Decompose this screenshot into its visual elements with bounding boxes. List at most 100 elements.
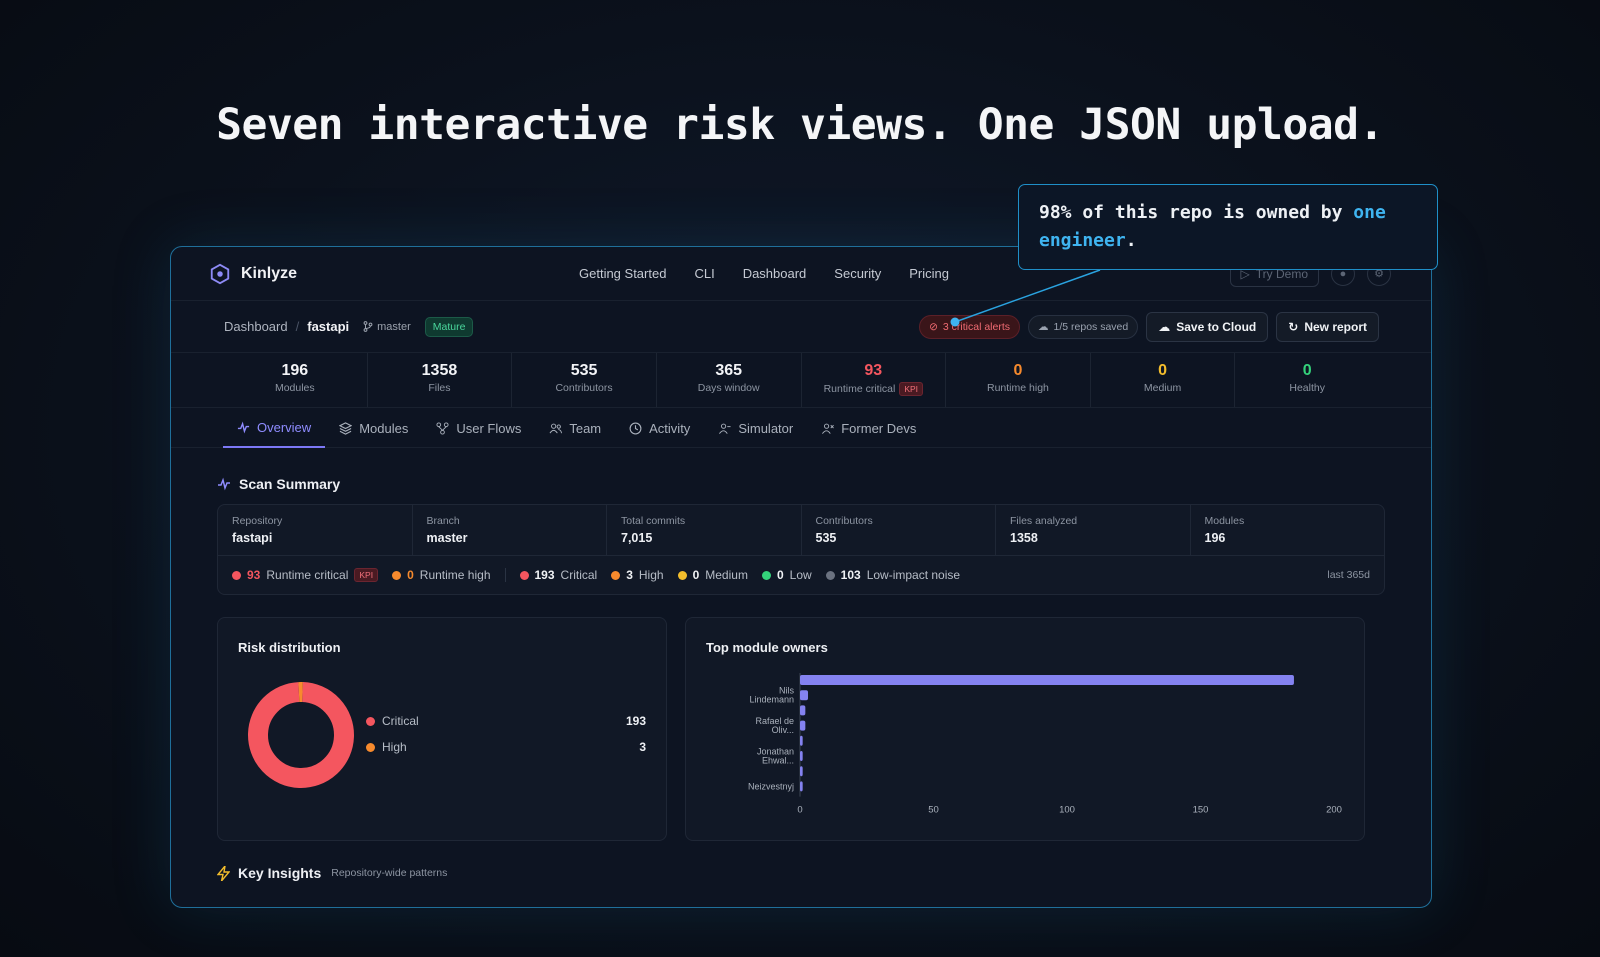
key-insights-heading: Key Insights Repository-wide patterns <box>217 865 1385 881</box>
bar[interactable] <box>800 675 1294 685</box>
nav-link-getting-started[interactable]: Getting Started <box>579 266 666 281</box>
bar[interactable] <box>800 781 803 792</box>
red-dot-icon <box>232 570 241 580</box>
x-tick-label: 100 <box>1059 805 1075 816</box>
bar[interactable] <box>800 751 803 761</box>
summary-repository: Repository fastapi <box>218 505 413 555</box>
critical-alerts-pill[interactable]: ⊘ 3 critical alerts <box>919 314 1021 339</box>
key-insights-subtitle: Repository-wide patterns <box>331 867 448 879</box>
tab-label: Team <box>569 420 602 436</box>
summary-total-commits: Total commits 7,015 <box>607 505 802 555</box>
x-tick-label: 200 <box>1326 805 1342 816</box>
stat-days-window: 365 Days window <box>657 353 802 407</box>
user-x-icon <box>822 423 835 434</box>
cloud-icon: ☁ <box>1038 320 1049 333</box>
stat-value: 365 <box>715 362 743 379</box>
stat-value: 0 <box>1302 362 1312 379</box>
brand[interactable]: Kinlyze <box>209 263 297 285</box>
x-tick-label: 50 <box>928 805 939 816</box>
chart-panels: Risk distribution Critical 193 High 3 To… <box>217 617 1385 841</box>
layers-icon <box>339 421 353 435</box>
summary-modules: Modules 196 <box>1191 505 1385 555</box>
user-minus-icon <box>719 423 731 434</box>
overview-content: Scan Summary Repository fastapi Branch m… <box>171 448 1431 881</box>
red-dot-icon <box>519 570 529 580</box>
stat-label: Files <box>428 382 451 394</box>
summary-label: Modules <box>1204 515 1245 527</box>
stats-bar: 196 Modules 1358 Files 535 Contributors … <box>171 353 1431 408</box>
brand-name: Kinlyze <box>241 264 298 282</box>
cloud-upload-icon: ☁ <box>1158 319 1171 334</box>
summary-files-analyzed: Files analyzed 1358 <box>996 505 1191 555</box>
scan-summary-heading: Scan Summary <box>217 476 1385 492</box>
tab-label: User Flows <box>456 420 522 436</box>
stat-value: 535 <box>570 362 598 379</box>
workflow-icon <box>436 421 449 435</box>
scan-summary-title: Scan Summary <box>239 476 341 492</box>
bar[interactable] <box>800 720 806 731</box>
legend-label: High <box>382 740 407 754</box>
nav-link-cli[interactable]: CLI <box>694 266 714 281</box>
tab-simulator[interactable]: Simulator <box>704 408 807 448</box>
severity-label: Low <box>789 568 812 582</box>
severity-count: 0 <box>776 568 784 582</box>
git-branch-icon <box>363 321 373 332</box>
stat-label: Runtime critical <box>823 383 896 395</box>
severity-runtime-high: 0 Runtime high <box>392 568 491 582</box>
summary-value: 535 <box>815 531 837 545</box>
nav-link-dashboard[interactable]: Dashboard <box>743 266 807 281</box>
repos-saved-pill[interactable]: ☁ 1/5 repos saved <box>1028 314 1139 339</box>
legend-high[interactable]: High 3 <box>366 734 646 760</box>
new-report-button[interactable]: ↻ New report <box>1276 311 1379 342</box>
panel-title: Risk distribution <box>238 640 341 655</box>
category-label: Neizvestnyj <box>748 781 794 791</box>
risk-donut-chart[interactable] <box>236 670 366 800</box>
summary-value: 7,015 <box>621 531 653 545</box>
save-to-cloud-button[interactable]: ☁ Save to Cloud <box>1146 311 1269 342</box>
breadcrumb-dashboard[interactable]: Dashboard <box>224 319 288 334</box>
summary-label: Contributors <box>815 515 873 527</box>
callout-annotation: 98% of this repo is owned by one enginee… <box>1018 184 1438 270</box>
tab-activity[interactable]: Activity <box>615 408 704 448</box>
headline: Seven interactive risk views. One JSON u… <box>216 100 1384 150</box>
severity-label: Runtime high <box>419 568 491 582</box>
bar[interactable] <box>800 735 803 746</box>
legend-critical[interactable]: Critical 193 <box>366 708 646 734</box>
tab-modules[interactable]: Modules <box>325 408 422 448</box>
users-icon <box>549 423 563 433</box>
kpi-badge: KPI <box>354 568 379 582</box>
legend-label: Critical <box>382 714 419 728</box>
summary-value: master <box>426 531 468 545</box>
severity-noise: 103 Low-impact noise <box>825 568 960 582</box>
stat-runtime-high: 0 Runtime high <box>946 353 1091 407</box>
stat-modules: 196 Modules <box>223 353 368 407</box>
stat-label: Days window <box>697 382 760 394</box>
severity-label: High <box>638 568 664 582</box>
category-label: Oliv... <box>772 725 794 735</box>
stat-medium: 0 Medium <box>1091 353 1236 407</box>
red-dot-icon <box>366 716 375 726</box>
summary-label: Repository <box>232 515 283 527</box>
tab-user-flows[interactable]: User Flows <box>422 408 535 448</box>
nav-link-security[interactable]: Security <box>834 266 881 281</box>
stat-healthy: 0 Healthy <box>1235 353 1379 407</box>
orange-dot-icon <box>392 570 402 580</box>
bar[interactable] <box>800 690 809 701</box>
tab-former-devs[interactable]: Former Devs <box>807 408 930 448</box>
severity-label: Critical <box>560 568 598 582</box>
branch-indicator: master <box>363 321 411 333</box>
tab-overview[interactable]: Overview <box>223 408 326 448</box>
nav-link-pricing[interactable]: Pricing <box>909 266 949 281</box>
tab-team[interactable]: Team <box>535 408 615 448</box>
key-insights-title: Key Insights <box>238 865 322 881</box>
breadcrumb: Dashboard / fastapi master Mature ⊘ 3 cr… <box>171 301 1431 353</box>
owners-bar-chart[interactable]: NilsLindemannRafael deOliv...JonathanEhw… <box>686 618 1366 842</box>
branch-name: master <box>377 320 411 333</box>
summary-contributors: Contributors 535 <box>802 505 996 555</box>
tab-label: Modules <box>359 420 409 436</box>
top-module-owners-panel: Top module owners Nils Lindemann Rafael de… <box>685 617 1365 841</box>
bar[interactable] <box>800 766 803 777</box>
bar[interactable] <box>800 705 806 716</box>
green-dot-icon <box>761 570 771 580</box>
donut-slice-critical[interactable] <box>248 682 354 788</box>
